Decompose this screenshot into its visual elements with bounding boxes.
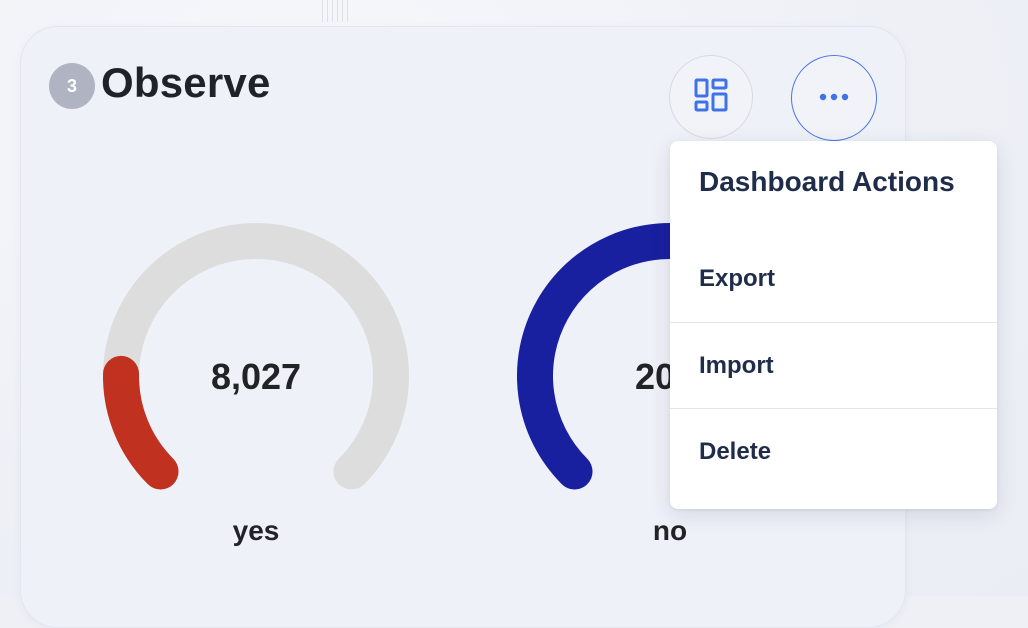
more-actions-button[interactable] <box>791 55 877 141</box>
dashboard-layout-icon <box>694 78 728 117</box>
more-horizontal-icon <box>818 89 850 107</box>
gauge-no-label: no <box>652 515 688 546</box>
drag-handle[interactable] <box>322 0 352 22</box>
gauge-fill <box>103 355 179 490</box>
menu-item-import[interactable]: Import <box>670 322 997 408</box>
dashboard-layout-button[interactable] <box>669 55 753 139</box>
menu-title: Dashboard Actions <box>699 166 955 197</box>
step-number-badge: 3 <box>49 63 95 109</box>
menu-item-export[interactable]: Export <box>670 236 997 322</box>
panel-title: Observe <box>101 59 271 106</box>
menu-item-delete[interactable]: Delete <box>670 408 997 494</box>
gauge-yes-label: yes <box>232 515 280 546</box>
gauge-yes-value: 8,027 <box>210 356 302 397</box>
dashboard-actions-menu: Dashboard Actions Export Import Delete <box>670 141 997 509</box>
